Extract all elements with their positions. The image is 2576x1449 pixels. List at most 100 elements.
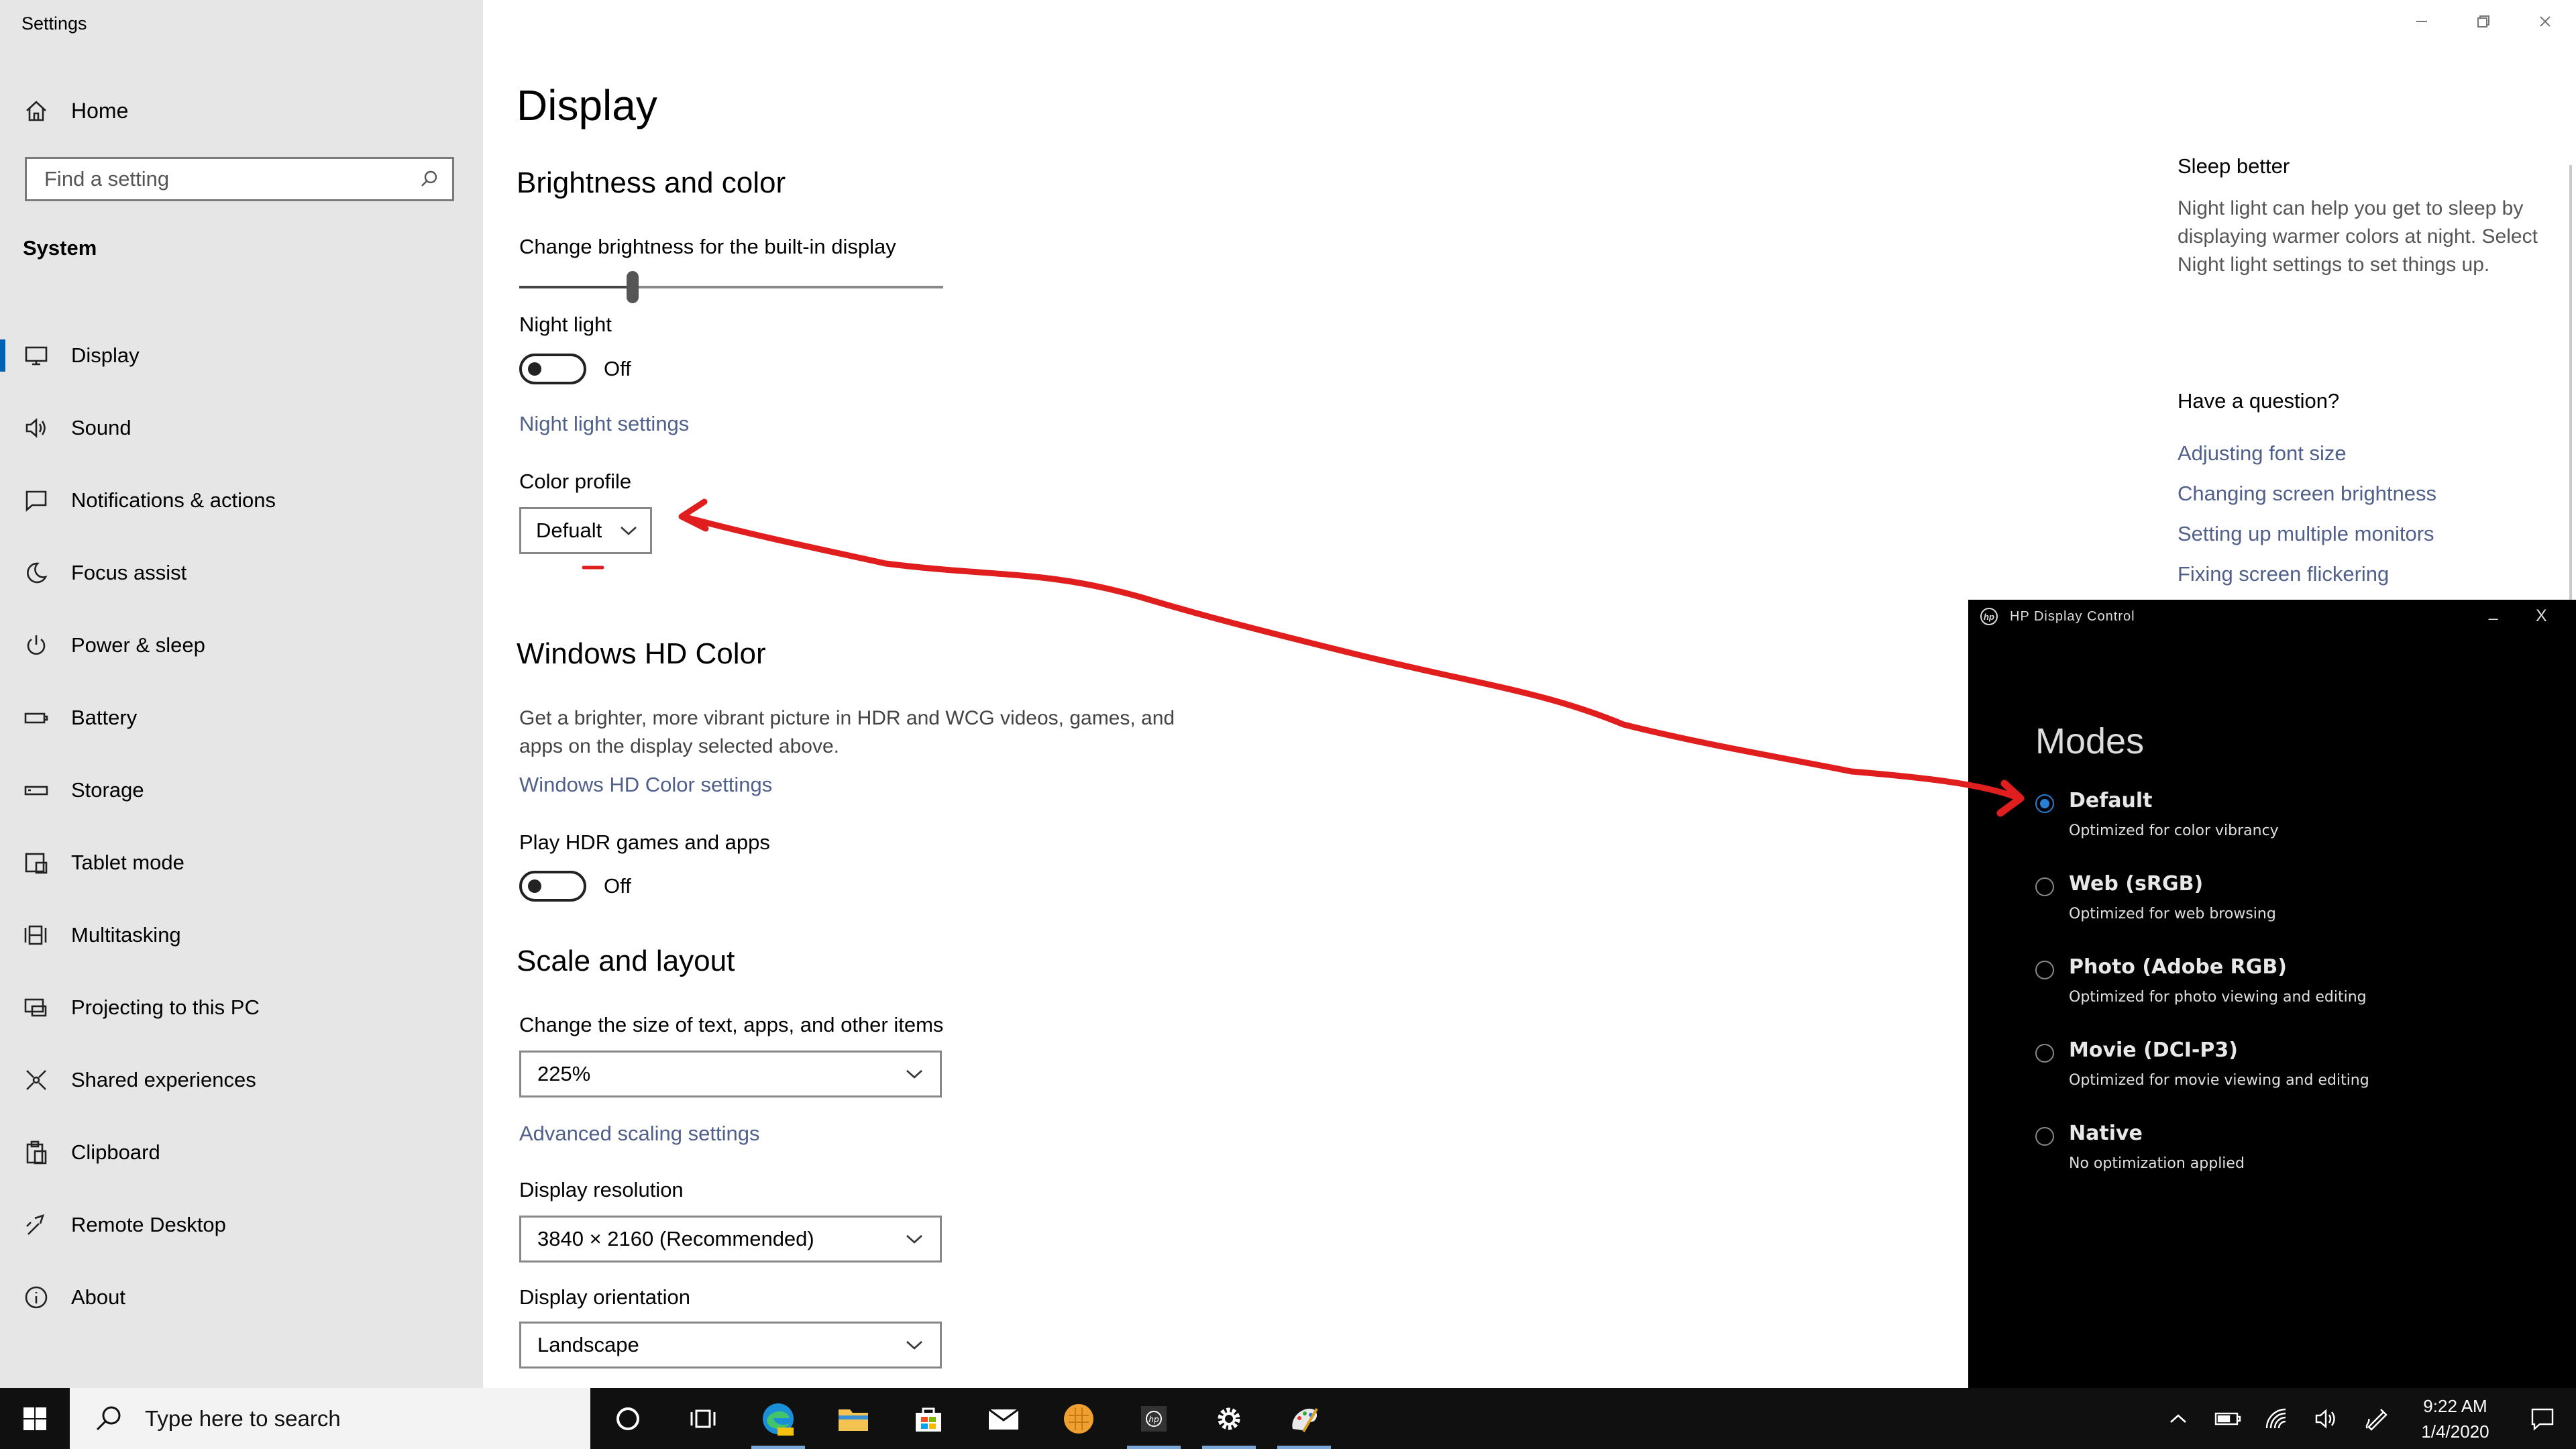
sidebar-item-tablet-mode[interactable]: Tablet mode [0,826,483,899]
hp-logo-icon: hp [1980,608,1998,625]
sidebar-item-label: Tablet mode [71,851,184,874]
sidebar-item-storage[interactable]: Storage [0,754,483,826]
nav-list: Display Sound Notifications & actions Fo… [0,319,483,1334]
sidebar-item-focus-assist[interactable]: Focus assist [0,537,483,609]
sidebar-item-label: Sound [71,416,131,439]
remote-desktop-icon [26,1214,45,1235]
sidebar-item-label: Focus assist [71,561,187,584]
sidebar-item-display[interactable]: Display [0,319,483,392]
resolution-dropdown[interactable]: 3840 × 2160 (Recommended) [519,1216,942,1263]
mode-name: Web (sRGB) [2069,872,2204,896]
scale-dropdown[interactable]: 225% [519,1051,942,1097]
find-setting-input[interactable] [43,166,420,192]
taskbar-edge[interactable] [741,1388,816,1449]
radio-button[interactable] [2035,961,2054,979]
tablet-icon [25,853,48,874]
brightness-slider[interactable] [519,271,943,305]
help-link-flickering[interactable]: Fixing screen flickering [2178,562,2389,586]
network-status[interactable] [2253,1388,2302,1449]
sidebar-item-battery[interactable]: Battery [0,682,483,754]
mode-description: Optimized for movie viewing and editing [2069,1072,2369,1089]
advanced-scaling-link[interactable]: Advanced scaling settings [519,1122,759,1146]
taskbar-store[interactable] [891,1388,966,1449]
sidebar-item-sound[interactable]: Sound [0,392,483,464]
resolution-value: 3840 × 2160 (Recommended) [537,1227,814,1250]
taskbar-search-input[interactable] [144,1405,549,1432]
help-link-font-size[interactable]: Adjusting font size [2178,441,2347,466]
sidebar-item-projecting[interactable]: Projecting to this PC [0,971,483,1044]
volume-control[interactable] [2302,1388,2352,1449]
battery-icon [2214,1412,2241,1425]
paint-icon [1292,1407,1318,1432]
sidebar-item-power-sleep[interactable]: Power & sleep [0,609,483,682]
scale-value: 225% [537,1062,591,1085]
taskbar-settings[interactable] [1191,1388,1267,1449]
action-center-button[interactable] [2509,1388,2576,1449]
sidebar-item-label: Power & sleep [71,633,205,657]
hp-minimize-button[interactable]: _ [2489,602,2498,621]
taskbar-file-explorer[interactable] [816,1388,891,1449]
night-light-toggle[interactable] [519,354,586,384]
slider-thumb[interactable] [627,271,639,303]
search-icon [96,1406,121,1430]
mail-icon [988,1408,1019,1430]
heading-scale-layout: Scale and layout [517,945,735,977]
hdr-description: Get a brighter, more vibrant picture in … [519,707,1175,757]
home-link[interactable]: Home [23,94,128,127]
taskbar-hp-display-control[interactable]: hp [1116,1388,1191,1449]
radio-button[interactable] [2035,1044,2054,1063]
taskbar-paint[interactable] [1267,1388,1342,1449]
sidebar-item-multitasking[interactable]: Multitasking [0,899,483,971]
page-title: Display [517,81,657,129]
hp-window-title: HP Display Control [2010,609,2135,624]
resolution-label: Display resolution [519,1178,684,1201]
battery-status[interactable] [2203,1388,2253,1449]
taskbar-app-orange[interactable] [1041,1388,1116,1449]
hp-display-icon: hp [1141,1405,1167,1432]
wifi-icon [2265,1408,2286,1428]
help-link-brightness[interactable]: Changing screen brightness [2178,482,2436,506]
night-light-settings-link[interactable]: Night light settings [519,412,689,436]
mode-description: Optimized for photo viewing and editing [2069,989,2367,1006]
sidebar-item-remote-desktop[interactable]: Remote Desktop [0,1189,483,1261]
help-panel: Sleep better Night light can help you ge… [2178,0,2553,604]
cortana-button[interactable] [590,1388,665,1449]
home-icon [26,101,46,121]
show-hidden-icons-button[interactable] [2153,1388,2203,1449]
night-light-label: Night light [519,313,612,336]
section-label-system: System [23,236,97,260]
window-title: Settings [21,13,87,34]
sidebar-item-label: Projecting to this PC [71,996,260,1019]
play-hdr-toggle[interactable] [519,871,586,902]
task-view-button[interactable] [665,1388,741,1449]
help-link-multiple-monitors[interactable]: Setting up multiple monitors [2178,522,2434,546]
pen-menu[interactable] [2352,1388,2402,1449]
hp-close-button[interactable]: X [2536,606,2547,626]
sidebar-item-notifications[interactable]: Notifications & actions [0,464,483,537]
taskbar-search-box[interactable] [70,1388,590,1449]
scrollbar[interactable] [2569,165,2572,608]
orientation-dropdown[interactable]: Landscape [519,1322,942,1368]
hp-titlebar: hp HP Display Control _ X [1968,600,2576,627]
sidebar-item-label: Storage [71,778,144,802]
edge-browser-icon [763,1403,794,1436]
start-button[interactable] [0,1388,70,1449]
taskbar-clock[interactable]: 9:22 AM 1/4/2020 [2402,1393,2509,1444]
windows-hd-color-settings-link[interactable]: Windows HD Color settings [519,773,772,797]
mode-name: Photo (Adobe RGB) [2069,955,2287,979]
brightness-label: Change brightness for the built-in displ… [519,235,896,258]
volume-icon [2315,1408,2335,1429]
orange-app-icon [1064,1403,1093,1434]
sidebar-item-clipboard[interactable]: Clipboard [0,1116,483,1189]
radio-button[interactable] [2035,1127,2054,1146]
taskbar-mail[interactable] [966,1388,1041,1449]
search-box[interactable] [25,157,454,201]
color-profile-dropdown[interactable]: Defualt [519,507,652,554]
radio-button[interactable] [2035,794,2054,813]
task-view-icon [690,1409,716,1428]
sidebar-item-shared-experiences[interactable]: Shared experiences [0,1044,483,1116]
sidebar-item-about[interactable]: About [0,1261,483,1334]
radio-button[interactable] [2035,877,2054,896]
heading-brightness-color: Brightness and color [517,166,786,199]
info-icon [25,1286,48,1309]
